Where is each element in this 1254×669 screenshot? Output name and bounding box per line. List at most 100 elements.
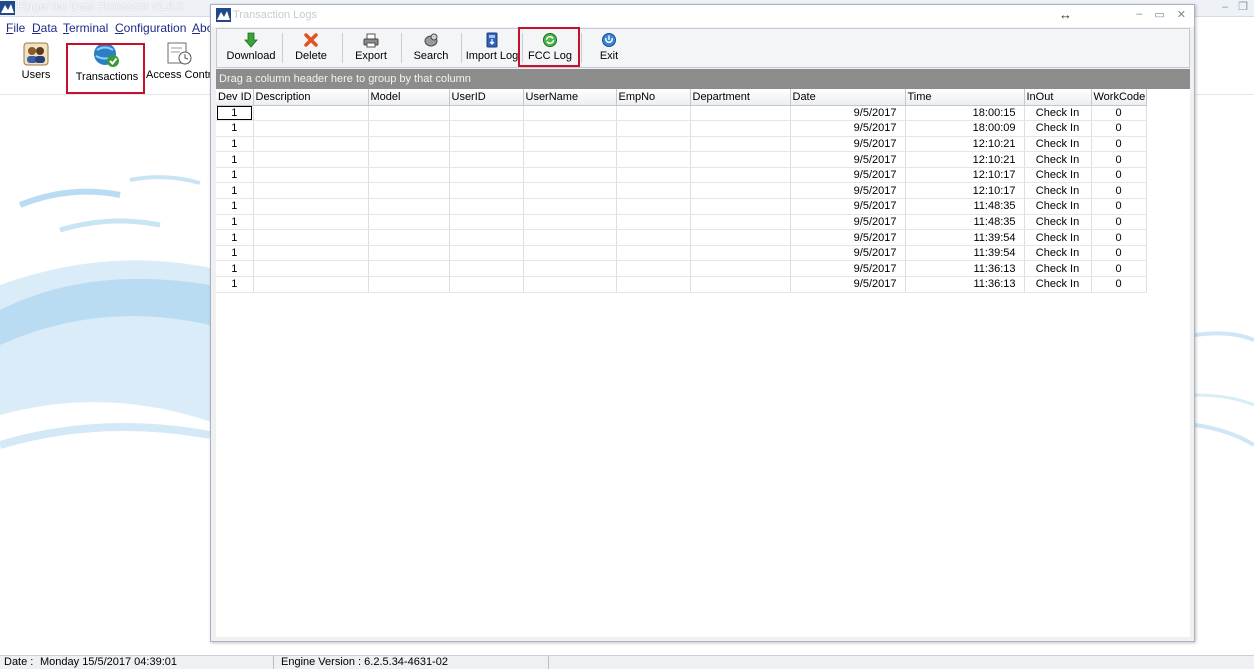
- cell-model[interactable]: [368, 167, 450, 184]
- cell-userid[interactable]: [449, 167, 524, 184]
- table-row[interactable]: 1 9/5/2017 12:10:21 Check In 0: [216, 151, 1147, 168]
- table-row[interactable]: 1 9/5/2017 12:10:17 Check In 0: [216, 167, 1147, 184]
- menu-data[interactable]: Data: [32, 21, 57, 35]
- cell-dev-id[interactable]: 1: [216, 260, 254, 278]
- cell-inout[interactable]: Check In: [1024, 105, 1092, 122]
- cell-date[interactable]: 9/5/2017: [790, 245, 906, 262]
- cell-model[interactable]: [368, 214, 450, 231]
- menu-file[interactable]: File: [6, 21, 25, 35]
- app-minimize-icon[interactable]: –: [1222, 0, 1228, 17]
- cell-time[interactable]: 12:10:21: [905, 136, 1025, 153]
- menu-configuration[interactable]: Configuration: [115, 21, 186, 35]
- cell-department[interactable]: [690, 151, 791, 168]
- cell-model[interactable]: [368, 136, 450, 153]
- cell-time[interactable]: 11:48:35: [905, 214, 1025, 231]
- cell-description[interactable]: [253, 120, 369, 137]
- table-row[interactable]: 1 9/5/2017 12:10:17 Check In 0: [216, 182, 1147, 200]
- cell-userid[interactable]: [449, 105, 524, 122]
- cell-inout[interactable]: Check In: [1024, 151, 1092, 168]
- cell-inout[interactable]: Check In: [1024, 198, 1092, 215]
- cell-empno[interactable]: [616, 276, 691, 293]
- cell-inout[interactable]: Check In: [1024, 120, 1092, 137]
- cell-date[interactable]: 9/5/2017: [790, 120, 906, 137]
- cell-empno[interactable]: [616, 120, 691, 137]
- cell-username[interactable]: [523, 214, 617, 231]
- cell-dev-id[interactable]: 1: [216, 245, 254, 262]
- cell-model[interactable]: [368, 105, 450, 122]
- group-by-panel[interactable]: Drag a column header here to group by th…: [216, 69, 1190, 89]
- cell-inout[interactable]: Check In: [1024, 182, 1092, 200]
- cell-userid[interactable]: [449, 182, 524, 200]
- cell-workcode[interactable]: 0: [1091, 260, 1147, 278]
- column-header-time[interactable]: Time: [905, 89, 1025, 106]
- cell-username[interactable]: [523, 182, 617, 200]
- cell-description[interactable]: [253, 229, 369, 246]
- cell-workcode[interactable]: 0: [1091, 276, 1147, 293]
- cell-workcode[interactable]: 0: [1091, 245, 1147, 262]
- cell-inout[interactable]: Check In: [1024, 136, 1092, 153]
- cell-workcode[interactable]: 0: [1091, 229, 1147, 246]
- cell-dev-id[interactable]: 1: [216, 276, 254, 293]
- cell-username[interactable]: [523, 167, 617, 184]
- cell-date[interactable]: 9/5/2017: [790, 276, 906, 293]
- column-header-department[interactable]: Department: [690, 89, 791, 106]
- cell-date[interactable]: 9/5/2017: [790, 151, 906, 168]
- cell-userid[interactable]: [449, 151, 524, 168]
- cell-department[interactable]: [690, 136, 791, 153]
- cell-empno[interactable]: [616, 105, 691, 122]
- delete-button[interactable]: Delete: [287, 31, 335, 65]
- cell-model[interactable]: [368, 182, 450, 200]
- cell-dev-id[interactable]: 1: [216, 167, 254, 184]
- column-header-model[interactable]: Model: [368, 89, 450, 106]
- cell-empno[interactable]: [616, 214, 691, 231]
- cell-department[interactable]: [690, 105, 791, 122]
- cell-dev-id[interactable]: 1: [216, 105, 254, 122]
- cell-dev-id[interactable]: 1: [216, 229, 254, 246]
- cell-description[interactable]: [253, 276, 369, 293]
- cell-empno[interactable]: [616, 229, 691, 246]
- transaction-grid-area[interactable]: Dev ID Description Model UserID UserName…: [216, 89, 1190, 637]
- cell-inout[interactable]: Check In: [1024, 229, 1092, 246]
- cell-department[interactable]: [690, 198, 791, 215]
- cell-time[interactable]: 18:00:15: [905, 105, 1025, 122]
- cell-userid[interactable]: [449, 229, 524, 246]
- cell-time[interactable]: 12:10:17: [905, 167, 1025, 184]
- cell-model[interactable]: [368, 276, 450, 293]
- cell-department[interactable]: [690, 182, 791, 200]
- cell-date[interactable]: 9/5/2017: [790, 229, 906, 246]
- cell-dev-id[interactable]: 1: [216, 182, 254, 200]
- cell-username[interactable]: [523, 260, 617, 278]
- cell-empno[interactable]: [616, 198, 691, 215]
- cell-date[interactable]: 9/5/2017: [790, 214, 906, 231]
- cell-dev-id[interactable]: 1: [216, 120, 254, 137]
- cell-empno[interactable]: [616, 260, 691, 278]
- import-log-button[interactable]: Import Log: [465, 31, 519, 65]
- cell-time[interactable]: 11:48:35: [905, 198, 1025, 215]
- cell-empno[interactable]: [616, 245, 691, 262]
- cell-dev-id[interactable]: 1: [216, 151, 254, 168]
- cell-username[interactable]: [523, 120, 617, 137]
- cell-description[interactable]: [253, 136, 369, 153]
- cell-description[interactable]: [253, 151, 369, 168]
- column-header-inout[interactable]: InOut: [1024, 89, 1092, 106]
- cell-date[interactable]: 9/5/2017: [790, 260, 906, 278]
- cell-inout[interactable]: Check In: [1024, 276, 1092, 293]
- cell-username[interactable]: [523, 229, 617, 246]
- table-row[interactable]: 1 9/5/2017 18:00:15 Check In 0: [216, 105, 1147, 122]
- cell-model[interactable]: [368, 229, 450, 246]
- cell-userid[interactable]: [449, 214, 524, 231]
- table-row[interactable]: 1 9/5/2017 11:39:54 Check In 0: [216, 229, 1147, 246]
- cell-username[interactable]: [523, 198, 617, 215]
- column-header-username[interactable]: UserName: [523, 89, 617, 106]
- cell-description[interactable]: [253, 214, 369, 231]
- table-row[interactable]: 1 9/5/2017 11:48:35 Check In 0: [216, 214, 1147, 231]
- cell-date[interactable]: 9/5/2017: [790, 105, 906, 122]
- cell-description[interactable]: [253, 105, 369, 122]
- window-maximize-icon[interactable]: ▭: [1154, 8, 1164, 21]
- table-row[interactable]: 1 9/5/2017 11:39:54 Check In 0: [216, 245, 1147, 262]
- cell-userid[interactable]: [449, 276, 524, 293]
- exit-button[interactable]: Exit: [587, 31, 631, 65]
- cell-workcode[interactable]: 0: [1091, 214, 1147, 231]
- menu-terminal[interactable]: Terminal: [63, 21, 108, 35]
- table-row[interactable]: 1 9/5/2017 11:36:13 Check In 0: [216, 276, 1147, 293]
